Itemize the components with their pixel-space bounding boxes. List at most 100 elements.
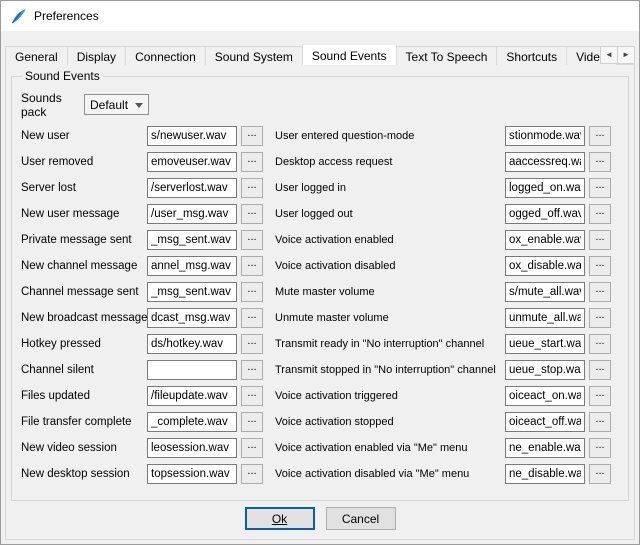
app-logo-icon [10,8,27,25]
browse-button[interactable]: ... [241,230,263,250]
ok-button[interactable]: Ok [245,507,315,530]
event-label: Transmit ready in "No interruption" chan… [275,338,505,350]
title-bar: Preferences [1,1,639,31]
tab-connection[interactable]: Connection [125,46,206,65]
sound-file-input[interactable] [147,230,237,250]
sound-file-input[interactable] [147,152,237,172]
event-label: Channel message sent [21,286,147,298]
sound-file-input[interactable] [147,334,237,354]
browse-button[interactable]: ... [241,204,263,224]
browse-button[interactable]: ... [241,152,263,172]
sound-file-input[interactable] [147,386,237,406]
tab-display[interactable]: Display [67,46,126,65]
sound-event-row: New desktop session... [21,464,267,484]
browse-button[interactable]: ... [589,230,611,250]
event-label: Voice activation enabled via "Me" menu [275,442,505,454]
sound-file-input[interactable] [505,464,585,484]
event-label: New broadcast message [21,312,147,324]
sound-file-input[interactable] [505,438,585,458]
tab-scroll-left-button[interactable]: ◄ [600,46,618,64]
event-label: Mute master volume [275,286,505,298]
chevron-down-icon [135,103,143,108]
sound-file-input[interactable] [147,360,237,380]
sound-file-input[interactable] [505,334,585,354]
sound-event-row: Transmit stopped in "No interruption" ch… [275,360,615,380]
browse-button[interactable]: ... [589,334,611,354]
sound-file-input[interactable] [505,282,585,302]
tab-scroll: ◄ ► [600,46,635,64]
event-label: New channel message [21,260,147,272]
sound-file-input[interactable] [147,464,237,484]
sound-event-row: User removed... [21,152,267,172]
sound-file-input[interactable] [505,308,585,328]
browse-button[interactable]: ... [589,152,611,172]
tab-general[interactable]: General [5,46,68,65]
sound-event-row: Voice activation disabled via "Me" menu.… [275,464,615,484]
browse-button[interactable]: ... [241,386,263,406]
sound-file-input[interactable] [505,204,585,224]
sound-event-row: Hotkey pressed... [21,334,267,354]
browse-button[interactable]: ... [241,360,263,380]
browse-button[interactable]: ... [241,412,263,432]
browse-button[interactable]: ... [589,308,611,328]
sounds-pack-combobox[interactable]: Default [84,94,149,115]
browse-button[interactable]: ... [241,334,263,354]
browse-button[interactable]: ... [589,204,611,224]
sound-file-input[interactable] [505,360,585,380]
sound-event-row: New video session... [21,438,267,458]
browse-button[interactable]: ... [589,360,611,380]
tab-shortcuts[interactable]: Shortcuts [496,46,567,65]
right-event-column: User entered question-mode...Desktop acc… [275,126,615,490]
sound-event-row: New channel message... [21,256,267,276]
browse-button[interactable]: ... [589,282,611,302]
sound-file-input[interactable] [147,256,237,276]
preferences-dialog: Preferences GeneralDisplayConnectionSoun… [0,0,640,545]
cancel-button[interactable]: Cancel [326,507,396,530]
sound-file-input[interactable] [147,204,237,224]
dialog-footer: Ok Cancel [6,507,634,530]
sounds-pack-row: Sounds pack Default [21,94,620,115]
event-label: User entered question-mode [275,130,505,142]
tab-bar: GeneralDisplayConnectionSound SystemSoun… [5,45,635,65]
tab-text-to-speech[interactable]: Text To Speech [396,46,498,65]
browse-button[interactable]: ... [241,126,263,146]
event-label: New user message [21,208,147,220]
browse-button[interactable]: ... [589,126,611,146]
sound-event-row: Voice activation enabled... [275,230,615,250]
left-event-column: New user...User removed...Server lost...… [21,126,267,490]
browse-button[interactable]: ... [589,256,611,276]
browse-button[interactable]: ... [589,464,611,484]
browse-button[interactable]: ... [241,464,263,484]
sound-event-row: Unmute master volume... [275,308,615,328]
sound-event-row: Private message sent... [21,230,267,250]
browse-button[interactable]: ... [241,308,263,328]
browse-button[interactable]: ... [589,178,611,198]
tab-sound-events[interactable]: Sound Events [302,45,397,65]
browse-button[interactable]: ... [241,438,263,458]
browse-button[interactable]: ... [241,282,263,302]
sound-file-input[interactable] [505,256,585,276]
sound-file-input[interactable] [505,178,585,198]
sound-file-input[interactable] [147,282,237,302]
sound-file-input[interactable] [505,412,585,432]
tab-scroll-right-button[interactable]: ► [617,46,635,64]
tab-pane: Sound Events Sounds pack Default New use… [5,64,635,540]
sound-file-input[interactable] [147,308,237,328]
sound-file-input[interactable] [147,178,237,198]
sound-file-input[interactable] [505,230,585,250]
sound-file-input[interactable] [505,126,585,146]
browse-button[interactable]: ... [589,412,611,432]
tab-sound-system[interactable]: Sound System [205,46,303,65]
sound-file-input[interactable] [147,438,237,458]
sound-file-input[interactable] [505,152,585,172]
event-label: File transfer complete [21,416,147,428]
sound-file-input[interactable] [147,126,237,146]
browse-button[interactable]: ... [589,438,611,458]
window-title: Preferences [34,9,99,23]
event-label: Voice activation disabled [275,260,505,272]
sound-file-input[interactable] [147,412,237,432]
browse-button[interactable]: ... [241,178,263,198]
browse-button[interactable]: ... [241,256,263,276]
browse-button[interactable]: ... [589,386,611,406]
sound-file-input[interactable] [505,386,585,406]
